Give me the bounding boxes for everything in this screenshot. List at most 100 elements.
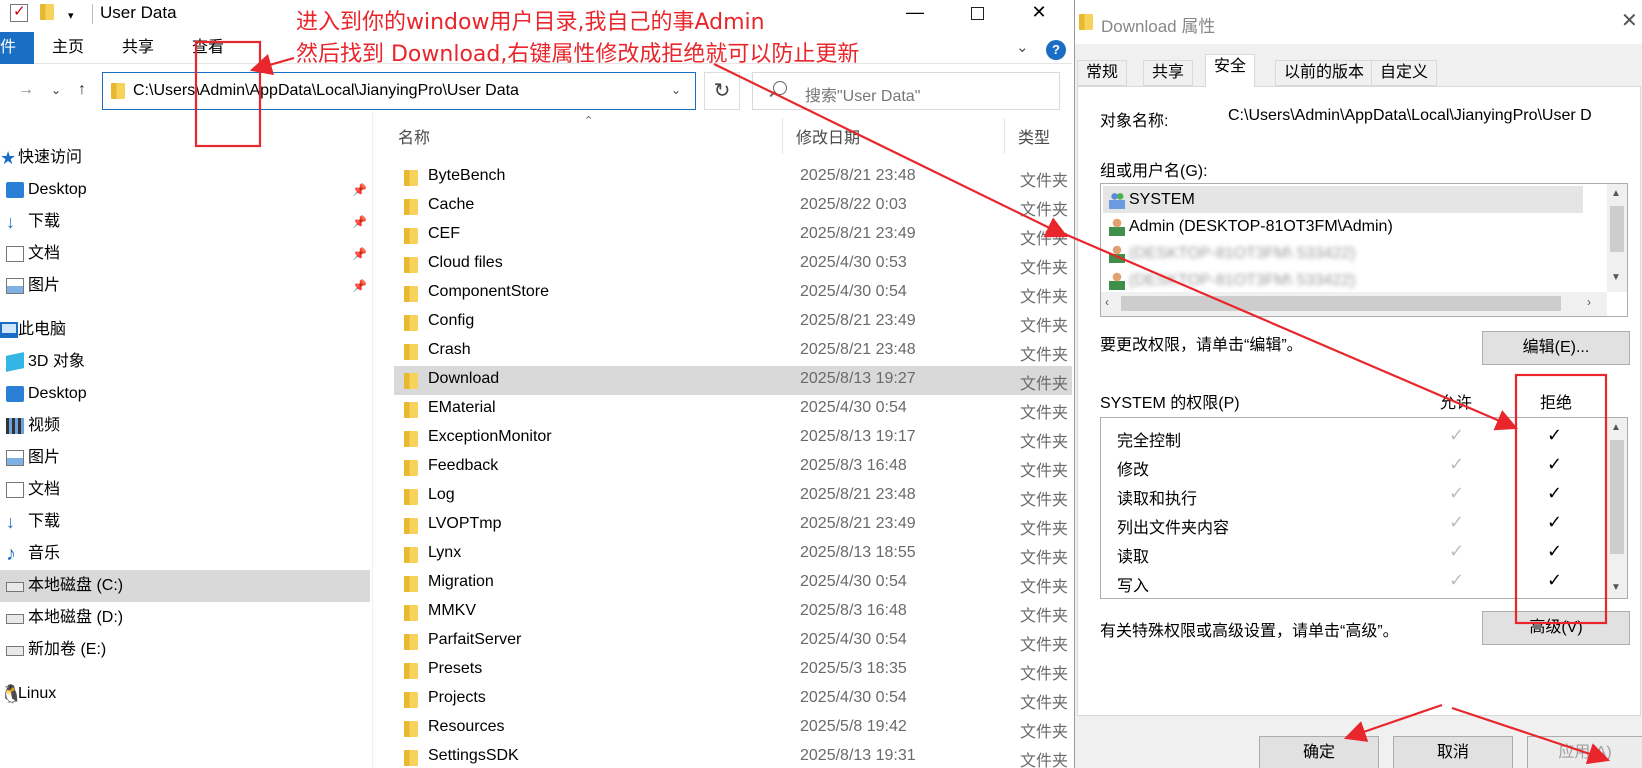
- forward-button[interactable]: →: [14, 78, 38, 102]
- deny-check-icon[interactable]: ✓: [1547, 512, 1562, 533]
- file-row[interactable]: SettingsSDK 2025/8/13 19:31 文件夹: [394, 743, 1072, 768]
- sidebar-item[interactable]: 视频: [0, 410, 370, 442]
- user-list-item[interactable]: (DESKTOP-81OT3FM\ 533422): [1103, 267, 1583, 294]
- file-row[interactable]: Feedback 2025/8/3 16:48 文件夹: [394, 453, 1072, 482]
- tab-file[interactable]: 件: [0, 32, 34, 64]
- up-button[interactable]: ↑: [70, 78, 94, 102]
- sidebar-item[interactable]: 本地磁盘 (D:): [0, 602, 370, 634]
- tab-previous-versions[interactable]: 以前的版本: [1275, 60, 1374, 86]
- column-divider[interactable]: [782, 118, 783, 154]
- tab-customize[interactable]: 自定义: [1371, 60, 1438, 86]
- file-row[interactable]: LVOPTmp 2025/8/21 23:49 文件夹: [394, 511, 1072, 540]
- sidebar-item[interactable]: ♪ 音乐: [0, 538, 370, 570]
- sidebar-item[interactable]: 新加卷 (E:): [0, 634, 370, 666]
- scrollbar-thumb[interactable]: [1610, 440, 1624, 554]
- deny-check-icon[interactable]: ✓: [1547, 454, 1562, 475]
- file-row[interactable]: Config 2025/8/21 23:49 文件夹: [394, 308, 1072, 337]
- edit-button[interactable]: 编辑(E)...: [1482, 331, 1630, 365]
- file-row[interactable]: MMKV 2025/8/3 16:48 文件夹: [394, 598, 1072, 627]
- sidebar-item[interactable]: Desktop: [0, 378, 370, 410]
- file-row[interactable]: Crash 2025/8/21 23:48 文件夹: [394, 337, 1072, 366]
- column-header-type[interactable]: 类型: [1018, 124, 1050, 150]
- file-row[interactable]: Resources 2025/5/8 19:42 文件夹: [394, 714, 1072, 743]
- file-row[interactable]: CEF 2025/8/21 23:49 文件夹: [394, 221, 1072, 250]
- cancel-button[interactable]: 取消: [1393, 736, 1513, 768]
- new-folder-icon[interactable]: [40, 4, 58, 22]
- scrollbar-thumb[interactable]: [1121, 296, 1561, 311]
- file-row[interactable]: Projects 2025/4/30 0:54 文件夹: [394, 685, 1072, 714]
- allow-check-icon[interactable]: ✓: [1449, 570, 1464, 591]
- address-dropdown-icon[interactable]: ⌄: [671, 83, 681, 97]
- user-list-item[interactable]: SYSTEM: [1103, 186, 1583, 213]
- deny-check-icon[interactable]: ✓: [1547, 570, 1562, 591]
- user-list-item[interactable]: Admin (DESKTOP-81OT3FM\Admin): [1103, 213, 1583, 240]
- scroll-up-icon[interactable]: ▲: [1611, 422, 1621, 433]
- tab-security[interactable]: 安全: [1205, 54, 1256, 87]
- advanced-button[interactable]: 高级(V): [1482, 611, 1630, 645]
- tab-share[interactable]: 共享: [114, 32, 162, 64]
- pane-splitter[interactable]: [372, 112, 373, 768]
- file-row[interactable]: EMaterial 2025/4/30 0:54 文件夹: [394, 395, 1072, 424]
- scroll-down-icon[interactable]: ▼: [1611, 582, 1621, 593]
- file-row[interactable]: ComponentStore 2025/4/30 0:54 文件夹: [394, 279, 1072, 308]
- allow-check-icon[interactable]: ✓: [1449, 425, 1464, 446]
- scroll-left-icon[interactable]: ‹: [1105, 295, 1109, 309]
- ok-button[interactable]: 确定: [1259, 736, 1379, 768]
- customize-toolbar-icon[interactable]: ▾: [68, 9, 86, 27]
- scroll-right-icon[interactable]: ›: [1587, 295, 1591, 309]
- file-row[interactable]: Log 2025/8/21 23:48 文件夹: [394, 482, 1072, 511]
- pin-icon[interactable]: 📌: [352, 270, 367, 302]
- file-row[interactable]: Cloud files 2025/4/30 0:53 文件夹: [394, 250, 1072, 279]
- file-row[interactable]: ExceptionMonitor 2025/8/13 19:17 文件夹: [394, 424, 1072, 453]
- scrollbar-thumb[interactable]: [1610, 206, 1624, 252]
- sidebar-item[interactable]: 文档: [0, 474, 370, 506]
- sidebar-item[interactable]: 图片: [0, 442, 370, 474]
- close-icon[interactable]: ✕: [1621, 8, 1638, 33]
- pin-icon[interactable]: 📌: [352, 174, 367, 206]
- file-row[interactable]: ParfaitServer 2025/4/30 0:54 文件夹: [394, 627, 1072, 656]
- sidebar-item[interactable]: 文档 📌: [0, 238, 370, 270]
- tab-view[interactable]: 查看: [184, 32, 232, 64]
- file-row[interactable]: Download 2025/8/13 19:27 文件夹: [394, 366, 1072, 395]
- allow-check-icon[interactable]: ✓: [1449, 541, 1464, 562]
- recent-locations-icon[interactable]: ⌄: [44, 78, 68, 102]
- close-button[interactable]: ✕: [1008, 0, 1070, 28]
- address-path[interactable]: C:\Users\Admin\AppData\Local\JianyingPro…: [133, 82, 519, 100]
- sidebar-item[interactable]: 此电脑: [0, 314, 370, 346]
- sidebar-item[interactable]: ↓ 下载: [0, 506, 370, 538]
- column-header-name[interactable]: 名称: [398, 124, 430, 150]
- minimize-button[interactable]: —: [884, 0, 946, 28]
- deny-check-icon[interactable]: ✓: [1547, 483, 1562, 504]
- deny-check-icon[interactable]: ✓: [1547, 425, 1562, 446]
- help-icon[interactable]: ?: [1046, 40, 1066, 60]
- sidebar-item[interactable]: 图片 📌: [0, 270, 370, 302]
- tab-general[interactable]: 常规: [1077, 60, 1128, 86]
- properties-icon[interactable]: [10, 2, 28, 22]
- allow-check-icon[interactable]: ✓: [1449, 483, 1464, 504]
- sidebar-item[interactable]: 3D 对象: [0, 346, 370, 378]
- deny-check-icon[interactable]: ✓: [1547, 541, 1562, 562]
- sidebar-item[interactable]: 本地磁盘 (C:): [0, 570, 370, 602]
- sidebar-item[interactable]: 🐧 Linux: [0, 678, 370, 710]
- pin-icon[interactable]: 📌: [352, 206, 367, 238]
- apply-button[interactable]: 应用(A): [1527, 736, 1642, 768]
- tab-sharing[interactable]: 共享: [1143, 60, 1194, 86]
- expand-ribbon-icon[interactable]: ⌄: [1016, 38, 1029, 56]
- file-row[interactable]: ByteBench 2025/8/21 23:48 文件夹: [394, 163, 1072, 192]
- scroll-down-icon[interactable]: ▼: [1611, 272, 1621, 283]
- permissions-scrollbar[interactable]: ▲ ▼: [1607, 418, 1627, 598]
- scroll-up-icon[interactable]: ▲: [1611, 188, 1621, 199]
- user-list-scrollbar[interactable]: ▲ ▼: [1607, 184, 1627, 292]
- sidebar-item[interactable]: ★ 快速访问: [0, 142, 370, 174]
- allow-check-icon[interactable]: ✓: [1449, 454, 1464, 475]
- sidebar-item[interactable]: ↓ 下载 📌: [0, 206, 370, 238]
- user-list-item[interactable]: (DESKTOP-81OT3FM\ 533422): [1103, 240, 1583, 267]
- pin-icon[interactable]: 📌: [352, 238, 367, 270]
- refresh-button[interactable]: ↻: [704, 72, 740, 110]
- file-row[interactable]: Presets 2025/5/3 18:35 文件夹: [394, 656, 1072, 685]
- column-header-date[interactable]: 修改日期: [796, 124, 860, 150]
- tab-home[interactable]: 主页: [44, 32, 92, 64]
- file-row[interactable]: Lynx 2025/8/13 18:55 文件夹: [394, 540, 1072, 569]
- file-row[interactable]: Cache 2025/8/22 0:03 文件夹: [394, 192, 1072, 221]
- sidebar-item[interactable]: Desktop 📌: [0, 174, 370, 206]
